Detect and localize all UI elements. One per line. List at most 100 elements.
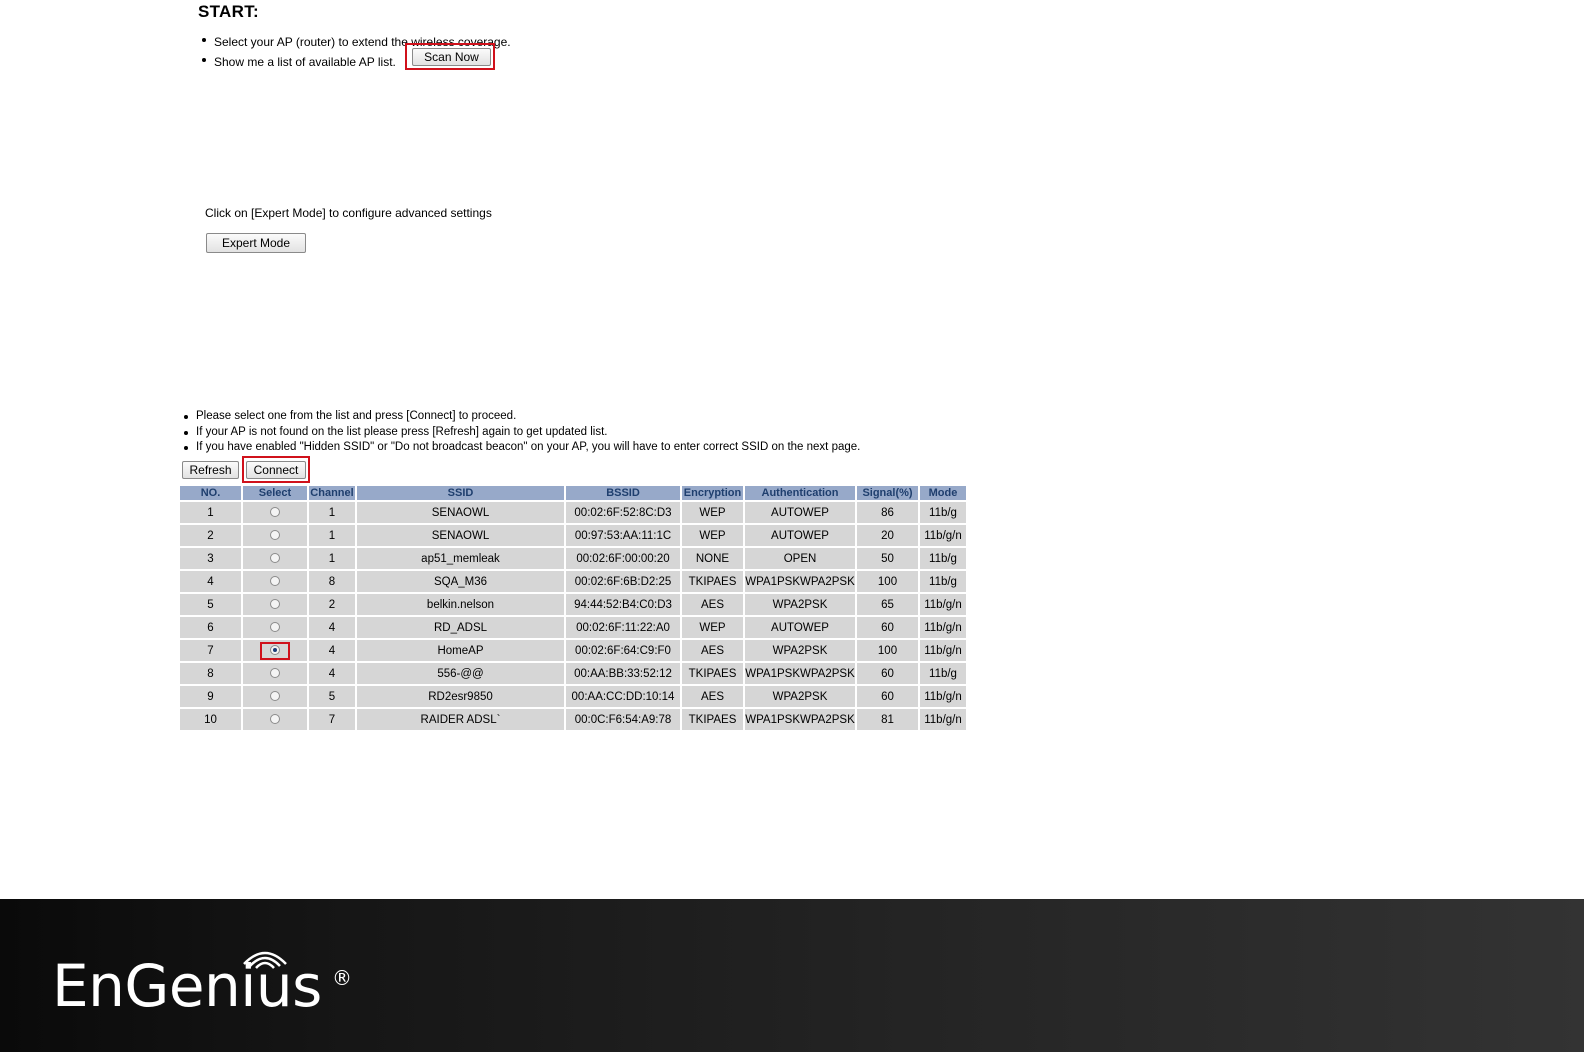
- cell-auth: WPA1PSKWPA2PSK: [745, 663, 855, 684]
- cell-bssid: 00:02:6F:00:00:20: [566, 548, 680, 569]
- cell-mode: 11b/g/n: [920, 709, 966, 730]
- column-header: NO.: [180, 486, 241, 500]
- cell-signal: 60: [857, 617, 918, 638]
- cell-encryption: WEP: [682, 502, 743, 523]
- cell-encryption: WEP: [682, 617, 743, 638]
- cell-encryption: AES: [682, 594, 743, 615]
- radio-unselected[interactable]: [270, 599, 280, 610]
- table-row[interactable]: 2 1 SENAOWL 00:97:53:AA:11:1C WEP AUTOWEP 20 11…: [180, 525, 966, 546]
- cell-channel: 4: [309, 617, 355, 638]
- start-title: START:: [198, 2, 259, 21]
- cell-channel: 1: [309, 525, 355, 546]
- radio-selected[interactable]: [270, 645, 280, 656]
- cell-signal: 100: [857, 571, 918, 592]
- cell-channel: 4: [309, 663, 355, 684]
- select-cell: [243, 686, 307, 707]
- ap-list-table: NO. Select Channel SSID BSSID Encryption…: [178, 484, 968, 732]
- cell-no: 5: [180, 594, 241, 615]
- select-cell: [243, 502, 307, 523]
- cell-signal: 81: [857, 709, 918, 730]
- engenius-logo: EnGenius: [52, 952, 322, 1020]
- column-header: Signal(%): [857, 486, 918, 500]
- cell-ssid: SENAOWL: [357, 502, 564, 523]
- cell-ssid: HomeAP: [357, 640, 564, 661]
- cell-ssid: RD2esr9850: [357, 686, 564, 707]
- cell-channel: 8: [309, 571, 355, 592]
- cell-no: 3: [180, 548, 241, 569]
- radio-unselected[interactable]: [270, 668, 280, 679]
- cell-bssid: 00:02:6F:52:8C:D3: [566, 502, 680, 523]
- registered-mark: ®: [332, 966, 352, 990]
- cell-bssid: 00:0C:F6:54:A9:78: [566, 709, 680, 730]
- cell-mode: 11b/g/n: [920, 525, 966, 546]
- cell-mode: 11b/g/n: [920, 617, 966, 638]
- expert-mode-hint: Click on [Expert Mode] to configure adva…: [205, 206, 492, 220]
- cell-bssid: 94:44:52:B4:C0:D3: [566, 594, 680, 615]
- cell-mode: 11b/g/n: [920, 640, 966, 661]
- table-row[interactable]: 8 4 556-@@ 00:AA:BB:33:52:12 TKIPAES WPA1PSKW…: [180, 663, 966, 684]
- cell-no: 7: [180, 640, 241, 661]
- cell-mode: 11b/g: [920, 663, 966, 684]
- cell-auth: WPA2PSK: [745, 686, 855, 707]
- column-header: Select: [243, 486, 307, 500]
- cell-encryption: NONE: [682, 548, 743, 569]
- expert-mode-button[interactable]: Expert Mode: [206, 233, 306, 253]
- radio-unselected[interactable]: [270, 714, 280, 725]
- column-header: BSSID: [566, 486, 680, 500]
- cell-channel: 4: [309, 640, 355, 661]
- cell-channel: 1: [309, 502, 355, 523]
- cell-bssid: 00:02:6F:6B:D2:25: [566, 571, 680, 592]
- cell-signal: 65: [857, 594, 918, 615]
- table-row[interactable]: 7 4 HomeAP 00:02:6F:64:C9:F0 AES WPA2PSK 100 11…: [180, 640, 966, 661]
- cell-ssid: 556-@@: [357, 663, 564, 684]
- cell-ssid: RD_ADSL: [357, 617, 564, 638]
- scan-now-button[interactable]: Scan Now: [412, 48, 491, 66]
- ap-list-body: 1 1 SENAOWL 00:02:6F:52:8C:D3 WEP AUTOWEP 86 11…: [180, 502, 966, 730]
- column-header: Encryption: [682, 486, 743, 500]
- cell-no: 2: [180, 525, 241, 546]
- radio-unselected[interactable]: [270, 691, 280, 702]
- cell-encryption: TKIPAES: [682, 709, 743, 730]
- column-header: Channel: [309, 486, 355, 500]
- radio-unselected[interactable]: [270, 553, 280, 564]
- cell-auth: WPA2PSK: [745, 594, 855, 615]
- table-row[interactable]: 1 1 SENAOWL 00:02:6F:52:8C:D3 WEP AUTOWEP 86 11…: [180, 502, 966, 523]
- radio-unselected[interactable]: [270, 530, 280, 541]
- cell-bssid: 00:AA:BB:33:52:12: [566, 663, 680, 684]
- table-row[interactable]: 10 7 RAIDER ADSL` 00:0C:F6:54:A9:78 TKIPAES W…: [180, 709, 966, 730]
- table-row[interactable]: 4 8 SQA_M36 00:02:6F:6B:D2:25 TKIPAES WPA1PSK…: [180, 571, 966, 592]
- cell-channel: 1: [309, 548, 355, 569]
- refresh-button[interactable]: Refresh: [182, 461, 239, 479]
- cell-no: 8: [180, 663, 241, 684]
- cell-auth: OPEN: [745, 548, 855, 569]
- select-cell: [243, 571, 307, 592]
- table-row[interactable]: 5 2 belkin.nelson 94:44:52:B4:C0:D3 AES WPA2P…: [180, 594, 966, 615]
- table-row[interactable]: 6 4 RD_ADSL 00:02:6F:11:22:A0 WEP AUTOWEP 60 11…: [180, 617, 966, 638]
- select-cell: [243, 525, 307, 546]
- cell-bssid: 00:97:53:AA:11:1C: [566, 525, 680, 546]
- table-row[interactable]: 3 1 ap51_memleak 00:02:6F:00:00:20 NONE OPEN 5…: [180, 548, 966, 569]
- selected-radio-highlight: [260, 641, 290, 660]
- cell-mode: 11b/g/n: [920, 594, 966, 615]
- table-row[interactable]: 9 5 RD2esr9850 00:AA:CC:DD:10:14 AES WPA2PSK 6…: [180, 686, 966, 707]
- cell-no: 9: [180, 686, 241, 707]
- cell-signal: 86: [857, 502, 918, 523]
- cell-auth: WPA1PSKWPA2PSK: [745, 709, 855, 730]
- cell-auth: AUTOWEP: [745, 617, 855, 638]
- cell-channel: 5: [309, 686, 355, 707]
- radio-unselected[interactable]: [270, 507, 280, 518]
- radio-unselected[interactable]: [270, 576, 280, 587]
- radio-unselected[interactable]: [270, 622, 280, 633]
- note-refresh: If your AP is not found on the list plea…: [182, 425, 860, 441]
- note-hidden-ssid: If you have enabled "Hidden SSID" or "Do…: [182, 440, 860, 456]
- cell-bssid: 00:AA:CC:DD:10:14: [566, 686, 680, 707]
- cell-signal: 60: [857, 663, 918, 684]
- cell-signal: 60: [857, 686, 918, 707]
- note-select-connect: Please select one from the list and pres…: [182, 409, 860, 425]
- table-header-row: NO. Select Channel SSID BSSID Encryption…: [180, 486, 966, 500]
- cell-encryption: TKIPAES: [682, 663, 743, 684]
- cell-signal: 20: [857, 525, 918, 546]
- connect-button[interactable]: Connect: [246, 461, 306, 479]
- cell-auth: WPA1PSKWPA2PSK: [745, 571, 855, 592]
- cell-auth: AUTOWEP: [745, 502, 855, 523]
